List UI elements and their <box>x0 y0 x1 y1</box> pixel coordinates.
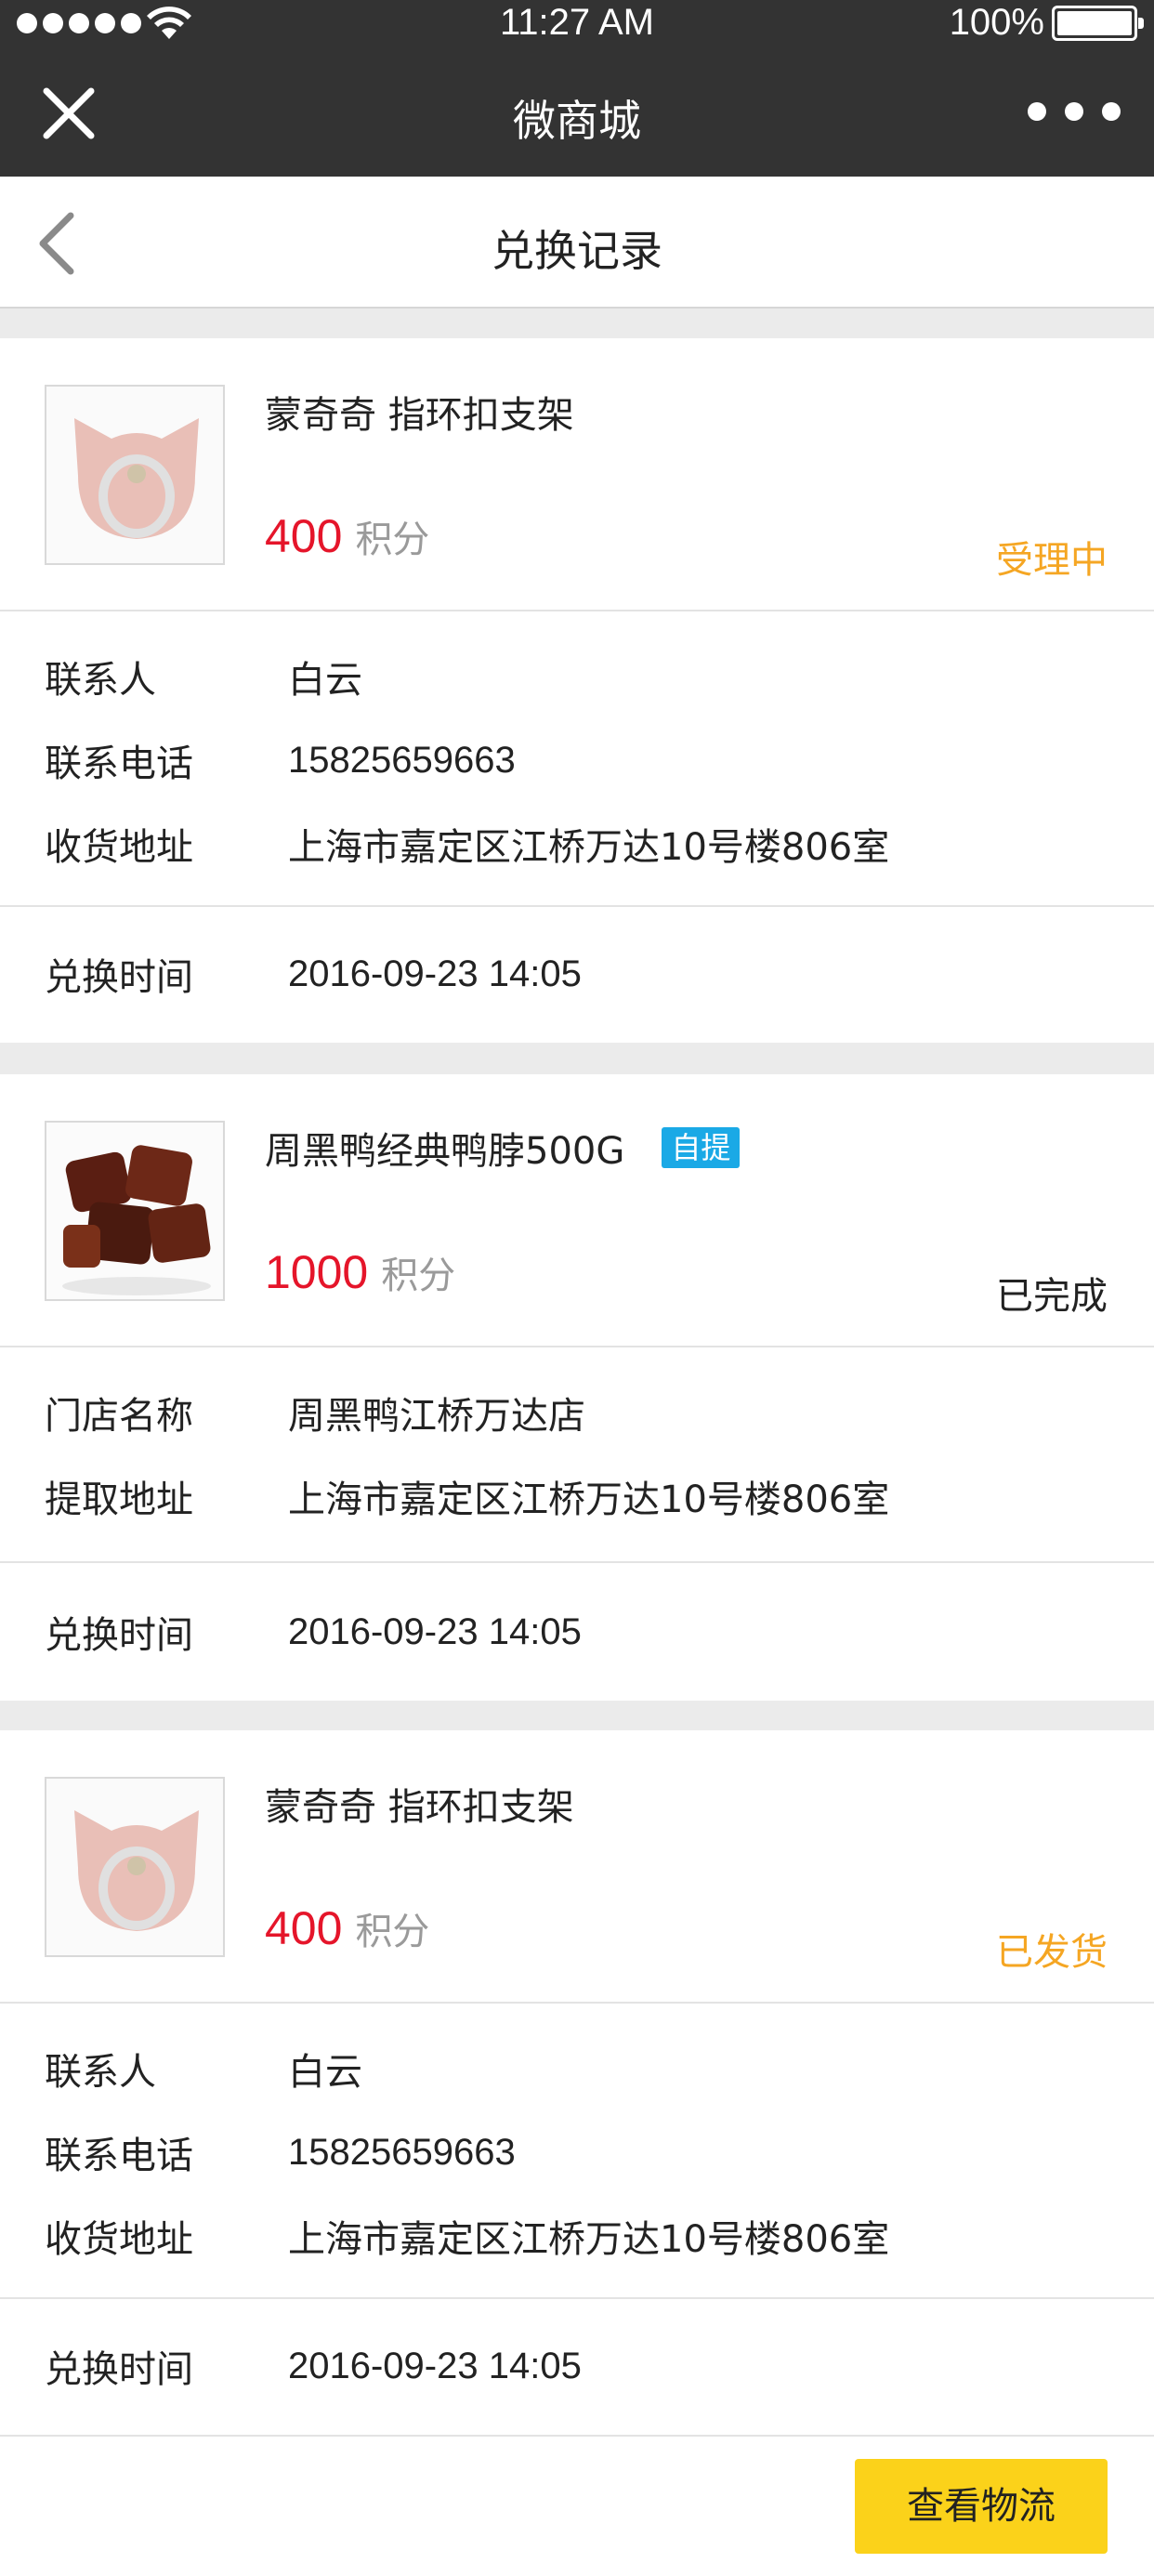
order-contact-info: 联系人 白云 联系电话 15825659663 收货地址 上海市嘉定区江桥万达10号楼… <box>0 2004 1154 2299</box>
status-bar: 11:27 AM 100% <box>0 0 1154 48</box>
address-value: 上海市嘉定区江桥万达10号楼806室 <box>288 2218 890 2261</box>
product-image-ring-holder <box>45 1777 225 1957</box>
address-label: 收货地址 <box>45 826 193 869</box>
order-card: 周黑鸭经典鸭脖500G 自提 1000 积分 已完成 门店名称 周黑鸭江桥万达店 提… <box>0 1074 1154 1701</box>
battery-icon <box>1052 6 1144 41</box>
page-header: 兑换记录 <box>0 177 1154 309</box>
battery-percent: 100% <box>949 2 1044 43</box>
store-value: 周黑鸭江桥万达店 <box>288 1395 585 1438</box>
more-dots-icon[interactable] <box>1028 93 1121 130</box>
address-value: 上海市嘉定区江桥万达10号楼806室 <box>288 826 890 869</box>
product-price: 400 积分 <box>265 1902 430 1954</box>
exchange-time-label: 兑换时间 <box>45 956 193 999</box>
product-price: 400 积分 <box>265 510 430 562</box>
phone-value: 15825659663 <box>288 2131 516 2173</box>
view-logistics-button[interactable]: 查看物流 <box>855 2459 1108 2554</box>
exchange-time-value: 2016-09-23 14:05 <box>288 1610 582 1652</box>
pickup-address-label: 提取地址 <box>45 1479 193 1521</box>
order-status: 受理中 <box>996 539 1108 582</box>
product-name: 蒙奇奇 指环扣支架 <box>265 394 574 437</box>
phone-label: 联系电话 <box>45 743 193 785</box>
order-status: 已完成 <box>996 1275 1108 1318</box>
price-unit: 积分 <box>355 519 430 561</box>
order-card: 蒙奇奇 指环扣支架 400 积分 已发货 联系人 白云 联系电话 1582565966… <box>0 1730 1154 2576</box>
order-card: 蒙奇奇 指环扣支架 400 积分 受理中 联系人 白云 联系电话 1582565966… <box>0 338 1154 1043</box>
order-product[interactable]: 周黑鸭经典鸭脖500G 自提 1000 积分 已完成 <box>0 1074 1154 1347</box>
exchange-time-value: 2016-09-23 14:05 <box>288 2345 582 2386</box>
contact-label: 联系人 <box>45 659 156 702</box>
order-product[interactable]: 蒙奇奇 指环扣支架 400 积分 受理中 <box>0 338 1154 611</box>
product-image-ring-holder <box>45 385 225 565</box>
order-time-info: 兑换时间 2016-09-23 14:05 <box>0 2299 1154 2437</box>
price-unit: 积分 <box>355 1911 430 1953</box>
wechat-title-bar: 微商城 <box>0 48 1154 177</box>
exchange-time-label: 兑换时间 <box>45 1614 193 1657</box>
top-bar: 11:27 AM 100% 微商城 <box>0 0 1154 177</box>
store-label: 门店名称 <box>45 1395 193 1438</box>
page-title: 兑换记录 <box>492 226 662 276</box>
product-name: 蒙奇奇 指环扣支架 <box>265 1786 574 1829</box>
product-name: 周黑鸭经典鸭脖500G 自提 <box>265 1121 741 1175</box>
phone-value: 15825659663 <box>288 739 516 781</box>
address-label: 收货地址 <box>45 2218 193 2261</box>
order-status: 已发货 <box>996 1931 1108 1974</box>
phone-label: 联系电话 <box>45 2135 193 2177</box>
exchange-time-value: 2016-09-23 14:05 <box>288 953 582 994</box>
contact-label: 联系人 <box>45 2051 156 2094</box>
order-store-info: 门店名称 周黑鸭江桥万达店 提取地址 上海市嘉定区江桥万达10号楼806室 <box>0 1347 1154 1563</box>
order-contact-info: 联系人 白云 联系电话 15825659663 收货地址 上海市嘉定区江桥万达10号楼… <box>0 611 1154 907</box>
product-image-duck-neck <box>45 1121 225 1301</box>
self-pickup-tag: 自提 <box>662 1127 741 1168</box>
order-product[interactable]: 蒙奇奇 指环扣支架 400 积分 已发货 <box>0 1730 1154 2004</box>
price-unit: 积分 <box>381 1255 456 1297</box>
pickup-address-value: 上海市嘉定区江桥万达10号楼806室 <box>288 1479 890 1521</box>
contact-value: 白云 <box>288 659 362 702</box>
exchange-time-label: 兑换时间 <box>45 2348 193 2391</box>
product-price: 1000 积分 <box>265 1246 456 1298</box>
contact-value: 白云 <box>288 2051 362 2094</box>
app-title: 微商城 <box>513 96 641 146</box>
